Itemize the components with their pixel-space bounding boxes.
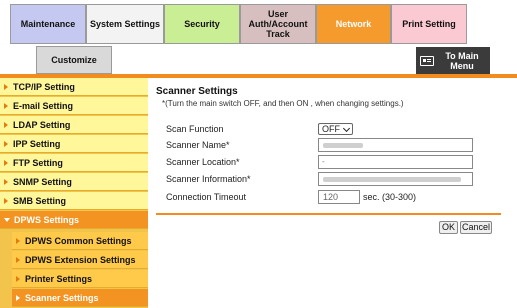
tab-print-setting[interactable]: Print Setting — [391, 4, 467, 44]
arrow-right-icon — [16, 294, 20, 301]
scanner-location-label: Scanner Location* — [166, 157, 240, 167]
tab-network[interactable]: Network — [316, 4, 391, 44]
connection-timeout-label: Connection Timeout — [166, 192, 247, 202]
redacted-text — [323, 177, 461, 182]
tab-security[interactable]: Security — [164, 4, 240, 44]
tab-maintenance[interactable]: Maintenance — [10, 4, 86, 44]
scanner-information-field[interactable] — [318, 172, 473, 186]
arrow-right-icon — [4, 102, 8, 109]
sidebar-subitem-printer[interactable]: Printer Settings — [12, 270, 148, 288]
arrow-right-icon — [16, 256, 20, 263]
sidebar-item-snmp[interactable]: SNMP Setting — [0, 173, 148, 191]
sidebar-item-ftp[interactable]: FTP Setting — [0, 154, 148, 172]
sidebar-item-email[interactable]: E-mail Setting — [0, 97, 148, 115]
sidebar-item-ldap[interactable]: LDAP Setting — [0, 116, 148, 134]
sidebar-item-smb[interactable]: SMB Setting — [0, 192, 148, 210]
tab-customize[interactable]: Customize — [36, 46, 112, 74]
sidebar: TCP/IP Setting E-mail Setting LDAP Setti… — [0, 78, 148, 308]
arrow-right-icon — [4, 197, 8, 204]
content-divider — [156, 213, 501, 215]
scan-function-label: Scan Function — [166, 124, 224, 134]
scan-function-select[interactable]: OFF — [318, 123, 353, 135]
redacted-text — [323, 143, 363, 148]
sidebar-item-dpws[interactable]: DPWS Settings — [0, 211, 148, 229]
connection-timeout-unit: sec. (30-300) — [363, 192, 417, 202]
sidebar-subitem-dpws-extension[interactable]: DPWS Extension Settings — [12, 251, 148, 269]
arrow-right-icon — [4, 83, 8, 90]
tab-user-auth-account-track[interactable]: User Auth/Account Track — [240, 4, 316, 44]
sidebar-subitem-dpws-common[interactable]: DPWS Common Settings — [12, 232, 148, 250]
scanner-information-label: Scanner Information* — [166, 174, 251, 184]
page-title: Scanner Settings — [156, 86, 238, 97]
tab-system-settings[interactable]: System Settings — [86, 4, 164, 44]
ok-button[interactable]: OK — [439, 221, 458, 234]
scanner-name-label: Scanner Name* — [166, 140, 230, 150]
arrow-right-icon — [4, 121, 8, 128]
main-menu-icon — [420, 55, 434, 66]
cancel-button[interactable]: Cancel — [460, 221, 492, 234]
scanner-name-field[interactable] — [318, 138, 473, 152]
chevron-down-icon — [342, 124, 351, 133]
arrow-right-icon — [4, 159, 8, 166]
arrow-right-icon — [4, 178, 8, 185]
arrow-right-icon — [4, 140, 8, 147]
arrow-right-icon — [16, 237, 20, 244]
to-main-menu-button[interactable]: To Main Menu — [416, 47, 490, 74]
restart-note: *(Turn the main switch OFF, and then ON … — [162, 99, 404, 108]
sidebar-item-tcpip[interactable]: TCP/IP Setting — [0, 78, 148, 96]
sidebar-subitem-scanner[interactable]: Scanner Settings — [12, 289, 148, 307]
connection-timeout-field[interactable]: 120 — [318, 190, 360, 204]
scanner-location-field[interactable]: - — [318, 155, 473, 169]
arrow-right-icon — [16, 275, 20, 282]
sidebar-item-ipp[interactable]: IPP Setting — [0, 135, 148, 153]
arrow-down-icon — [4, 217, 10, 222]
